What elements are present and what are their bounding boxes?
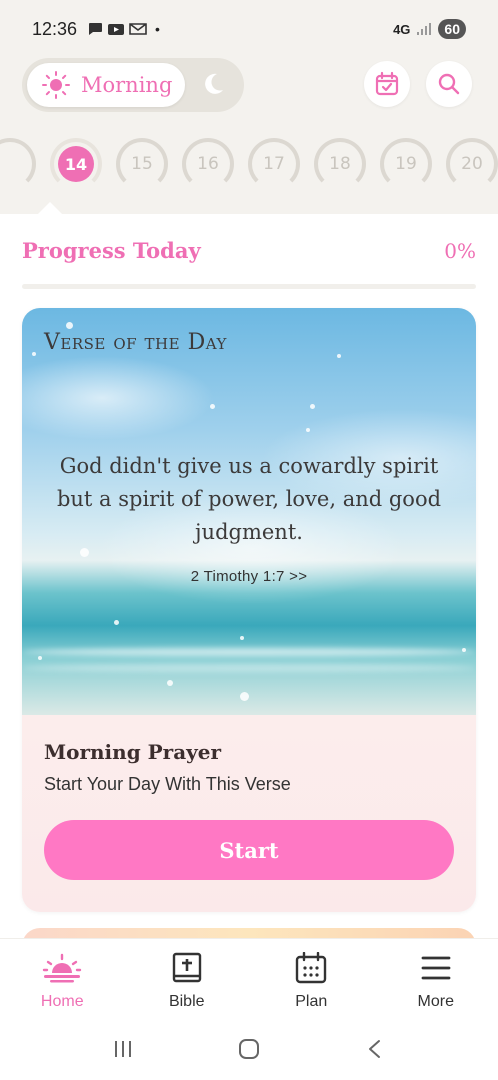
calendar-check-icon: [375, 71, 399, 96]
calendar-button[interactable]: [364, 61, 410, 107]
day-item[interactable]: 18: [314, 138, 366, 190]
day-item[interactable]: 20: [446, 138, 498, 190]
moon-icon[interactable]: [200, 71, 226, 97]
nav-home-label: Home: [40, 993, 84, 1010]
home-icon[interactable]: [237, 1037, 261, 1061]
network-label: 4G: [393, 21, 411, 37]
prayer-subtitle: Start Your Day With This Verse: [44, 774, 291, 794]
notification-icons: •: [87, 21, 160, 37]
status-time: 12:36: [32, 18, 78, 39]
selected-day-pointer: [38, 202, 62, 214]
menu-icon: [421, 956, 451, 980]
progress-bar: [22, 284, 476, 289]
search-button[interactable]: [426, 61, 472, 107]
calendar-icon: [296, 952, 327, 984]
progress-title: Progress Today: [22, 238, 201, 263]
bible-icon: [172, 952, 201, 983]
verse-card: Verse of the Day God didn't give us a co…: [22, 308, 476, 912]
day-item[interactable]: 15: [116, 138, 168, 190]
verse-text: God didn't give us a cowardly spirit but…: [56, 454, 442, 544]
start-button[interactable]: Start: [44, 820, 454, 880]
nav-bible[interactable]: Bible: [125, 939, 250, 1018]
mode-toggle[interactable]: Morning: [22, 58, 244, 112]
verse-heading: Verse of the Day: [44, 330, 227, 355]
prayer-title: Morning Prayer: [44, 740, 222, 764]
bottom-nav: Home Bible Plan More: [0, 938, 498, 1018]
nav-more[interactable]: More: [374, 939, 498, 1018]
recent-apps-icon[interactable]: [112, 1038, 134, 1060]
video-icon: [108, 24, 125, 35]
progress-row: Progress Today 0%: [22, 238, 476, 263]
back-icon[interactable]: [364, 1038, 386, 1060]
status-right: 4G 60: [393, 19, 466, 39]
header: Morning 14 15 16 17 18 19 20: [0, 58, 498, 214]
chat-icon: [89, 23, 103, 35]
system-nav-bar: [0, 1018, 498, 1080]
nav-plan[interactable]: Plan: [249, 939, 374, 1018]
day-selector: 14 15 16 17 18 19 20: [0, 138, 498, 198]
nav-home[interactable]: Home: [0, 939, 125, 1018]
dot-icon: •: [155, 21, 160, 37]
verse-reference-link[interactable]: 2 Timothy 1:7 >>: [22, 568, 476, 585]
nav-bible-label: Bible: [168, 993, 205, 1010]
sun-icon: [42, 71, 70, 99]
sunrise-icon: [43, 953, 82, 983]
mode-label: Morning: [81, 73, 173, 97]
nav-plan-label: Plan: [295, 993, 328, 1010]
progress-percent: 0%: [444, 238, 476, 263]
search-icon: [438, 73, 460, 95]
status-bar: 12:36 • 4G 60: [0, 0, 498, 58]
day-item[interactable]: 17: [248, 138, 300, 190]
mail-icon: [129, 23, 147, 35]
day-item[interactable]: [0, 138, 36, 190]
battery-indicator: 60: [438, 19, 466, 39]
morning-mode-pill[interactable]: Morning: [27, 63, 185, 107]
nav-more-label: More: [417, 993, 454, 1010]
day-item[interactable]: 16: [182, 138, 234, 190]
day-item-active[interactable]: 14: [50, 138, 102, 190]
signal-icon: [417, 23, 432, 35]
day-item[interactable]: 19: [380, 138, 432, 190]
